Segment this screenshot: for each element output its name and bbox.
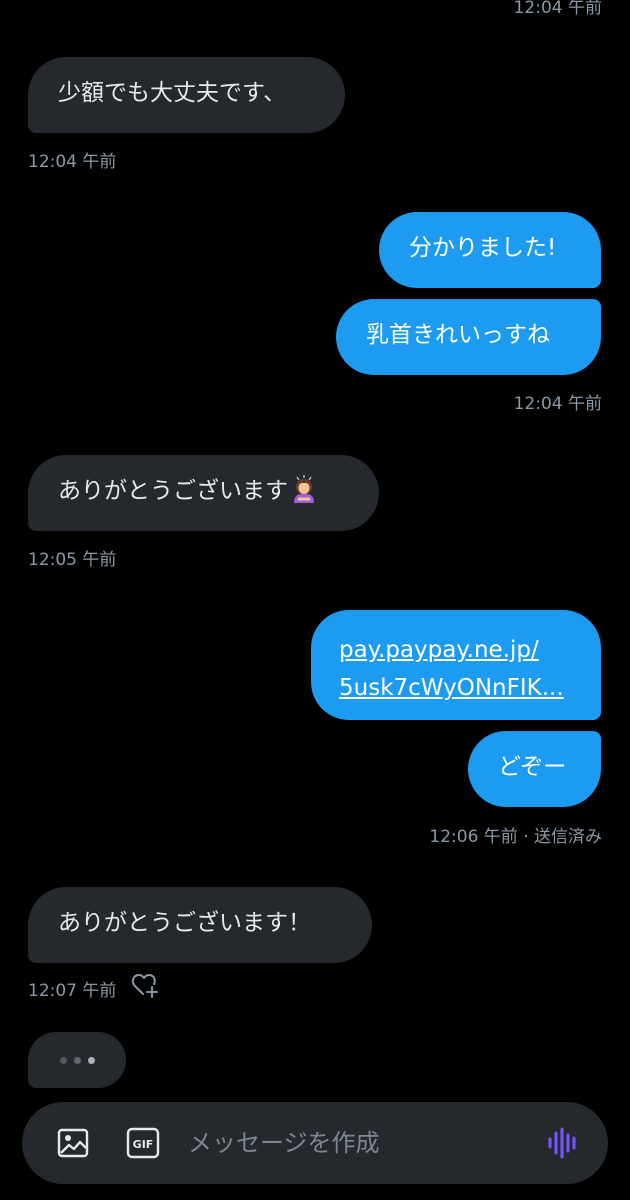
gif-icon: GIF [126,1127,160,1159]
message-timestamp: 12:04 午前 [513,394,602,414]
voice-waveform-icon [548,1127,576,1159]
paypay-link-line1[interactable]: pay.paypay.ne.jp/ [339,631,573,669]
message-text: ありがとうございます！ [58,910,311,936]
image-button[interactable] [56,1126,90,1160]
message-timestamp: 12:07 午前 [28,981,117,1001]
message-text: 少額でも大丈夫です、 [58,80,287,106]
outgoing-message-bubble[interactable]: どぞー [468,731,601,807]
typing-dot [60,1057,67,1064]
voice-message-button[interactable] [544,1126,584,1160]
gif-button[interactable]: GIF [126,1126,160,1160]
image-icon [57,1128,89,1158]
message-text: 乳首きれいっすね [366,322,550,348]
outgoing-link-bubble[interactable]: pay.paypay.ne.jp/ 5usk7cWyONnFIK... [311,610,601,720]
typing-indicator [28,1032,126,1088]
typing-dot [88,1057,95,1064]
incoming-message-bubble[interactable]: ありがとうございます [28,455,379,531]
incoming-message-bubble[interactable]: 少額でも大丈夫です、 [28,57,345,133]
message-input[interactable]: メッセージを作成 [188,1126,380,1160]
message-text: 分かりました! [409,235,557,261]
outgoing-message-bubble[interactable]: 分かりました! [379,212,601,288]
gif-label: GIF [133,1138,154,1151]
message-thread: 12:04 午前 少額でも大丈夫です、 12:04 午前 分かりました! 乳首き… [0,0,630,1100]
message-timestamp: 12:05 午前 [28,550,117,570]
timestamp-partial: 12:04 午前 [513,0,602,18]
message-text: どぞー [498,754,567,780]
outgoing-message-bubble[interactable]: 乳首きれいっすね [336,299,601,375]
person-bowing-emoji [294,475,314,503]
heart-plus-icon[interactable] [130,970,160,1000]
incoming-message-bubble[interactable]: ありがとうございます！ [28,887,372,963]
typing-dot [74,1057,81,1064]
message-text: ありがとうございます [58,478,288,504]
paypay-link-line2[interactable]: 5usk7cWyONnFIK... [339,669,573,707]
message-timestamp-sent: 12:06 午前 · 送信済み [429,827,602,847]
message-timestamp: 12:04 午前 [28,152,117,172]
message-composer: GIF メッセージを作成 [22,1102,608,1184]
